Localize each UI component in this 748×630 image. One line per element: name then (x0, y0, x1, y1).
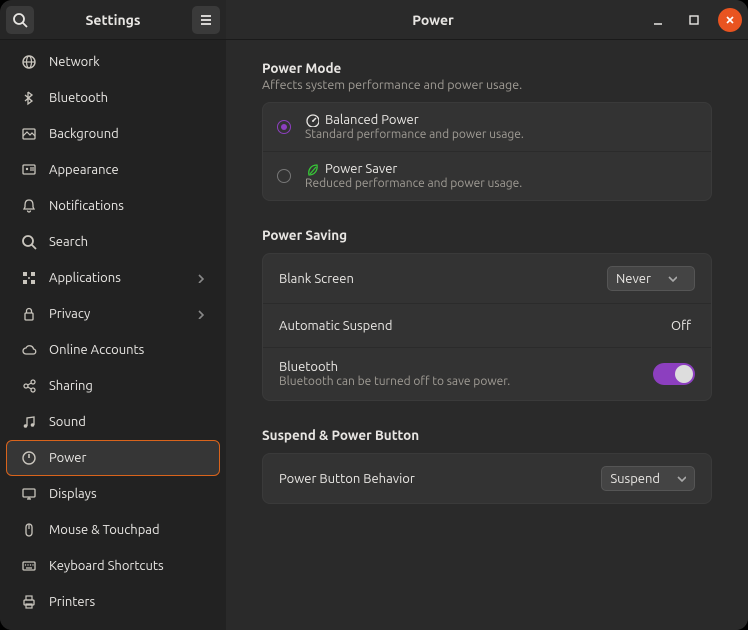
sidebar-item-label: Privacy (49, 307, 181, 321)
printer-icon (21, 594, 37, 610)
sidebar-item-power[interactable]: Power (6, 440, 220, 476)
appearance-icon (21, 162, 37, 178)
sidebar-item-label: Network (49, 55, 205, 69)
power-saving-title: Power Saving (262, 227, 712, 243)
sidebar-item-sound[interactable]: Sound (6, 404, 220, 440)
maximize-button[interactable] (682, 8, 706, 32)
bluetooth-row: Bluetooth Bluetooth can be turned off to… (263, 348, 711, 400)
sidebar-item-notifications[interactable]: Notifications (6, 188, 220, 224)
sidebar-title: Settings (34, 12, 192, 28)
power-button-dropdown[interactable]: Suspend (601, 466, 695, 491)
main-content: Power Mode Affects system performance an… (226, 40, 748, 630)
share-icon (21, 378, 37, 394)
chevron-right-icon (193, 307, 205, 322)
bell-icon (21, 198, 37, 214)
power-mode-card: Balanced PowerStandard performance and p… (262, 102, 712, 201)
keyboard-icon (21, 558, 37, 574)
sidebar-item-printers[interactable]: Printers (6, 584, 220, 620)
sidebar-item-label: Notifications (49, 199, 205, 213)
power-button-value: Suspend (610, 472, 660, 486)
radio-indicator (277, 169, 291, 183)
power-button-row[interactable]: Power Button Behavior Suspend (263, 454, 711, 503)
globe-icon (21, 54, 37, 70)
titlebar-main: Power (226, 0, 748, 40)
power-mode-desc: Affects system performance and power usa… (262, 78, 712, 92)
sidebar: Network Bluetooth Background Appearance Noti… (0, 40, 226, 630)
bluetooth-label: Bluetooth (279, 360, 653, 374)
mouse-icon (21, 522, 37, 538)
sidebar-item-label: Sharing (49, 379, 205, 393)
sidebar-item-online-accounts[interactable]: Online Accounts (6, 332, 220, 368)
chevron-right-icon (193, 271, 205, 286)
sidebar-item-search[interactable]: Search (6, 224, 220, 260)
sidebar-item-label: Keyboard Shortcuts (49, 559, 205, 573)
sidebar-item-background[interactable]: Background (6, 116, 220, 152)
sidebar-item-privacy[interactable]: Privacy (6, 296, 220, 332)
sidebar-item-label: Background (49, 127, 205, 141)
auto-suspend-label: Automatic Suspend (279, 319, 671, 333)
sidebar-item-applications[interactable]: Applications (6, 260, 220, 296)
sidebar-item-network[interactable]: Network (6, 44, 220, 80)
search-icon (21, 234, 37, 250)
sidebar-item-label: Displays (49, 487, 205, 501)
auto-suspend-value: Off (671, 319, 691, 333)
suspend-card: Power Button Behavior Suspend (262, 453, 712, 504)
blank-screen-label: Blank Screen (279, 272, 607, 286)
leaf-icon (305, 162, 319, 176)
grid-icon (21, 270, 37, 286)
sidebar-item-label: Search (49, 235, 205, 249)
blank-screen-value: Never (616, 272, 651, 286)
close-button[interactable] (718, 8, 742, 32)
option-title: Balanced Power (305, 113, 524, 127)
sidebar-item-label: Applications (49, 271, 181, 285)
option-sub: Reduced performance and power usage. (305, 177, 522, 190)
cloud-icon (21, 342, 37, 358)
music-icon (21, 414, 37, 430)
titlebar: Settings Power (0, 0, 748, 40)
chevron-down-icon (674, 471, 686, 486)
sidebar-item-label: Printers (49, 595, 205, 609)
minimize-button[interactable] (646, 8, 670, 32)
power-icon (21, 450, 37, 466)
sidebar-item-keyboard-shortcuts[interactable]: Keyboard Shortcuts (6, 548, 220, 584)
bluetooth-switch[interactable] (653, 363, 695, 385)
option-title: Power Saver (305, 162, 522, 176)
sidebar-item-label: Sound (49, 415, 205, 429)
bluetooth-sub: Bluetooth can be turned off to save powe… (279, 375, 653, 388)
lock-icon (21, 306, 37, 322)
bluetooth-icon (21, 90, 37, 106)
sidebar-item-sharing[interactable]: Sharing (6, 368, 220, 404)
blank-screen-row[interactable]: Blank Screen Never (263, 254, 711, 304)
blank-screen-dropdown[interactable]: Never (607, 266, 695, 291)
chevron-down-icon (665, 271, 677, 286)
sidebar-item-label: Mouse & Touchpad (49, 523, 205, 537)
radio-indicator (277, 120, 291, 134)
power-button-label: Power Button Behavior (279, 472, 601, 486)
sidebar-item-label: Power (49, 451, 205, 465)
sidebar-item-appearance[interactable]: Appearance (6, 152, 220, 188)
sidebar-item-label: Bluetooth (49, 91, 205, 105)
power-mode-option-balanced-power[interactable]: Balanced PowerStandard performance and p… (263, 103, 711, 152)
hamburger-menu-button[interactable] (192, 6, 220, 34)
power-saving-card: Blank Screen Never Automatic Suspend Off… (262, 253, 712, 401)
sidebar-item-bluetooth[interactable]: Bluetooth (6, 80, 220, 116)
option-sub: Standard performance and power usage. (305, 128, 524, 141)
power-mode-option-power-saver[interactable]: Power SaverReduced performance and power… (263, 152, 711, 200)
background-icon (21, 126, 37, 142)
sidebar-item-label: Online Accounts (49, 343, 205, 357)
suspend-section-title: Suspend & Power Button (262, 427, 712, 443)
sidebar-item-mouse-touchpad[interactable]: Mouse & Touchpad (6, 512, 220, 548)
power-mode-title: Power Mode (262, 60, 712, 76)
sidebar-item-displays[interactable]: Displays (6, 476, 220, 512)
gauge-icon (305, 113, 319, 127)
display-icon (21, 486, 37, 502)
titlebar-sidebar: Settings (0, 0, 226, 40)
sidebar-item-label: Appearance (49, 163, 205, 177)
page-title: Power (232, 12, 634, 28)
auto-suspend-row[interactable]: Automatic Suspend Off (263, 304, 711, 348)
settings-window: Settings Power Network Bluetooth Backgroun… (0, 0, 748, 630)
search-button[interactable] (6, 6, 34, 34)
